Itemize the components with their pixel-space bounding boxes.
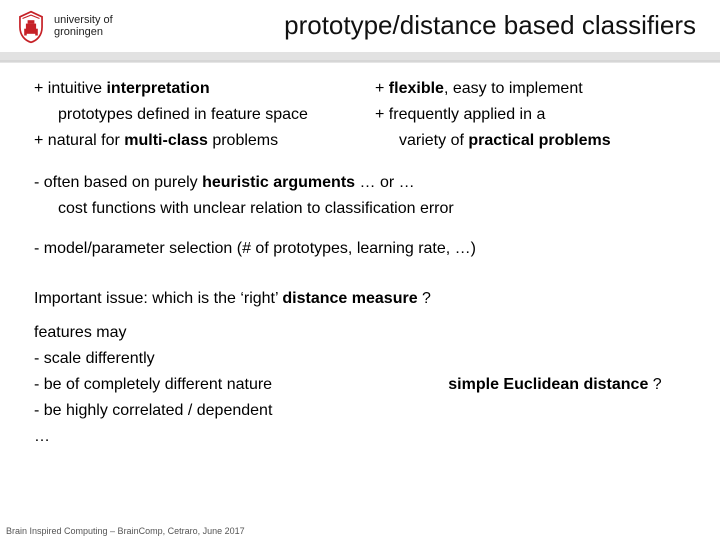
logo-bottom-text: groningen — [54, 27, 113, 39]
feature-correlated: - be highly correlated / dependent — [34, 402, 394, 420]
text-bold: flexible — [389, 80, 444, 97]
con-model-selection: - model/parameter selection (# of protot… — [34, 240, 696, 258]
text: + — [375, 80, 389, 97]
text-bold: multi-class — [124, 132, 208, 149]
pro-intuitive: + intuitive interpretation — [34, 80, 355, 98]
footer-note: Brain Inspired Computing – BrainComp, Ce… — [6, 526, 245, 536]
slide-title: prototype/distance based classifiers — [180, 10, 696, 41]
university-logo: university of groningen — [14, 6, 154, 48]
pro-flexible: + flexible, easy to implement — [375, 80, 696, 98]
pro-practical-sub: variety of practical problems — [375, 132, 696, 150]
text: + natural for — [34, 132, 124, 149]
pro-practical: + frequently applied in a — [375, 106, 696, 124]
crest-icon — [14, 10, 48, 44]
text-bold: practical problems — [468, 132, 610, 149]
text: - often based on purely — [34, 174, 202, 191]
feature-ellipsis: … — [34, 428, 394, 446]
features-may: features may — [34, 324, 394, 342]
text: problems — [208, 132, 278, 149]
text-bold: heuristic arguments — [202, 174, 355, 191]
feature-nature: - be of completely different nature — [34, 376, 394, 394]
con-heuristic: - often based on purely heuristic argume… — [34, 174, 696, 192]
text: ? — [418, 290, 431, 307]
text-bold: distance measure — [282, 290, 417, 307]
pro-intuitive-sub: prototypes defined in feature space — [34, 106, 355, 124]
text: Important issue: which is the ‘right’ — [34, 290, 282, 307]
text: ? — [648, 376, 661, 393]
feature-scale: - scale differently — [34, 350, 394, 368]
text-bold: simple Euclidean distance — [448, 376, 648, 393]
text: … or … — [355, 174, 415, 191]
text: + intuitive — [34, 80, 106, 97]
text: , easy to implement — [444, 80, 583, 97]
text: variety of — [399, 132, 468, 149]
text-bold: interpretation — [106, 80, 209, 97]
euclidean-distance: simple Euclidean distance ? — [448, 376, 661, 394]
important-issue: Important issue: which is the ‘right’ di… — [34, 290, 696, 308]
header-band — [0, 52, 720, 62]
pro-multiclass: + natural for multi-class problems — [34, 132, 355, 150]
con-heuristic-sub: cost functions with unclear relation to … — [34, 200, 696, 218]
